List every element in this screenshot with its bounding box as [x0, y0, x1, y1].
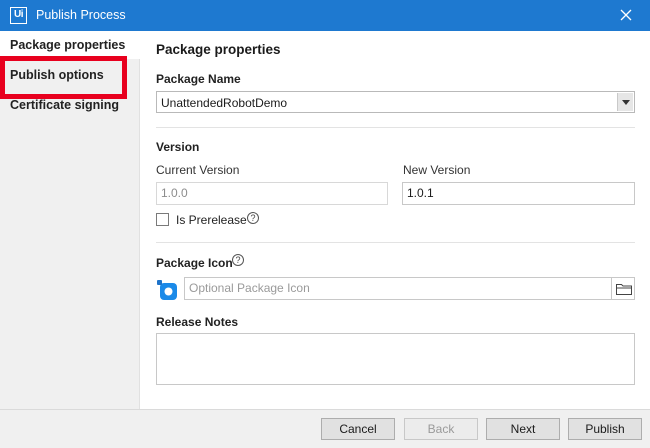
sidebar: Package properties Publish options Certi…	[0, 31, 140, 409]
footer: Cancel Back Next Publish	[0, 409, 650, 448]
package-icon-preview	[157, 280, 178, 301]
package-name-select[interactable]: UnattendedRobotDemo	[156, 91, 635, 113]
help-icon[interactable]: ?	[232, 254, 244, 266]
main-panel: Package properties Package Name Unattend…	[141, 31, 650, 409]
new-version-label: New Version	[403, 163, 471, 177]
help-icon[interactable]: ?	[247, 212, 259, 224]
package-name-label: Package Name	[156, 72, 241, 86]
browse-button[interactable]	[611, 277, 635, 300]
close-button[interactable]	[612, 4, 640, 26]
chevron-down-icon	[622, 100, 630, 105]
prerelease-label: Is Prerelease	[176, 213, 247, 227]
release-notes-textarea[interactable]	[156, 333, 635, 385]
release-notes-label: Release Notes	[156, 315, 239, 329]
package-icon-label: Package Icon	[156, 256, 233, 270]
version-label: Version	[156, 140, 200, 154]
highlight-box	[0, 56, 127, 99]
package-default-icon	[157, 280, 177, 300]
page-title: Package properties	[156, 42, 281, 57]
back-button[interactable]: Back	[404, 418, 478, 440]
publish-button[interactable]: Publish	[568, 418, 642, 440]
current-version-label: Current Version	[156, 163, 240, 177]
window-title: Publish Process	[36, 8, 126, 22]
next-button[interactable]: Next	[486, 418, 560, 440]
divider	[156, 242, 635, 243]
package-icon-input[interactable]: Optional Package Icon	[184, 277, 612, 300]
cancel-button[interactable]: Cancel	[321, 418, 395, 440]
title-bar: Ui Publish Process	[0, 0, 650, 31]
dropdown-button[interactable]	[617, 93, 633, 111]
sidebar-item-package-properties[interactable]: Package properties	[0, 31, 140, 59]
close-icon	[620, 9, 632, 21]
uipath-logo-icon: Ui	[10, 7, 27, 24]
new-version-field[interactable]: 1.0.1	[402, 182, 635, 205]
package-name-value: UnattendedRobotDemo	[161, 96, 288, 110]
prerelease-checkbox[interactable]	[156, 213, 169, 226]
divider	[156, 127, 635, 128]
current-version-field: 1.0.0	[156, 182, 388, 205]
folder-icon	[616, 284, 632, 295]
